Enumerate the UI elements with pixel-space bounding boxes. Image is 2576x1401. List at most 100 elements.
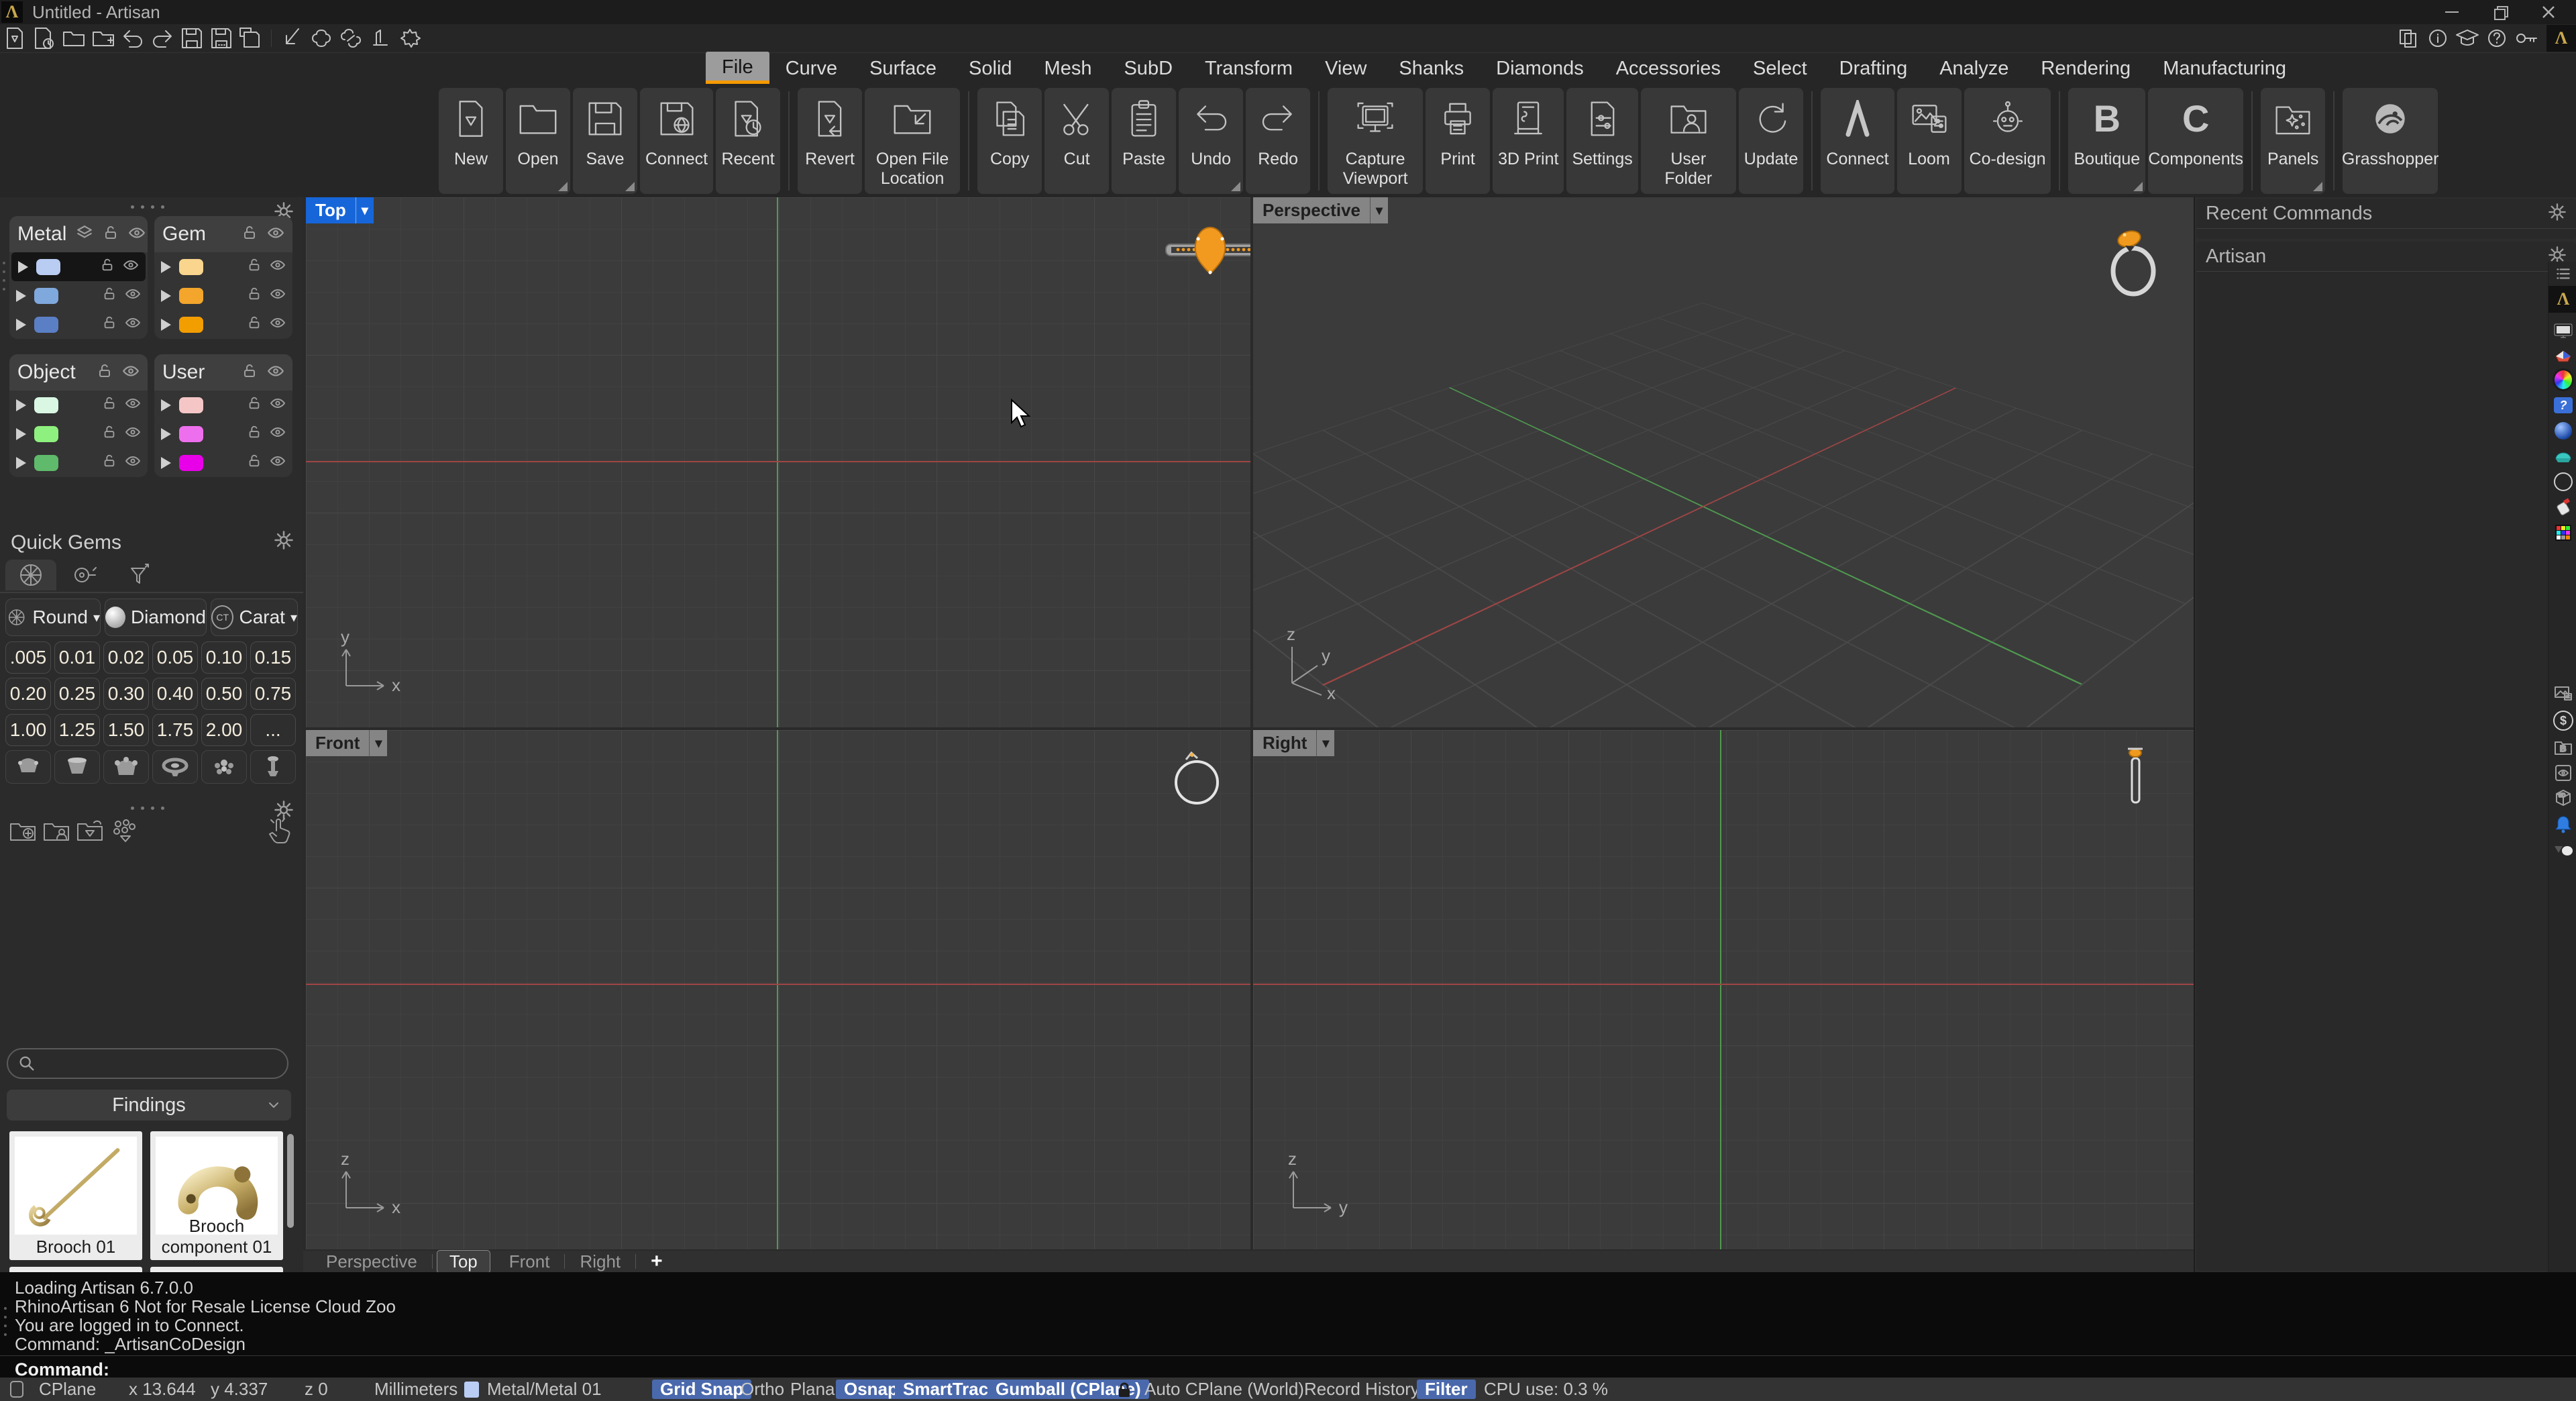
redo-button[interactable]: Redo: [1246, 87, 1311, 194]
play-icon[interactable]: [161, 289, 171, 302]
boutique-button[interactable]: B Boutique: [2068, 87, 2146, 194]
layer-color-swatch[interactable]: [179, 425, 203, 442]
lock-icon[interactable]: [241, 225, 258, 244]
undo-icon[interactable]: [118, 26, 148, 50]
play-icon[interactable]: [18, 260, 28, 273]
layer-row-metal-02[interactable]: [9, 281, 148, 310]
capture-viewport-button[interactable]: Capture Viewport: [1328, 87, 1424, 194]
viewport-label-top[interactable]: Top ▾: [306, 197, 374, 223]
carat-button[interactable]: .005: [5, 641, 51, 674]
layer-row-gem-02[interactable]: [154, 281, 292, 310]
quick-gems-gear-icon[interactable]: [274, 530, 294, 550]
play-icon[interactable]: [161, 399, 171, 411]
lock-icon[interactable]: [247, 454, 262, 472]
plugin-icon[interactable]: [395, 26, 425, 50]
print-button[interactable]: Print: [1426, 87, 1491, 194]
extrude-icon[interactable]: [366, 26, 395, 50]
menu-select[interactable]: Select: [1737, 53, 1823, 84]
lock-icon[interactable]: [247, 315, 262, 333]
prong-head-button[interactable]: [5, 750, 51, 784]
library-item-brooch-component-01[interactable]: Brooch component 01: [150, 1131, 283, 1260]
carat-button[interactable]: ...: [250, 714, 296, 746]
tab-top[interactable]: Top: [436, 1249, 490, 1274]
play-icon[interactable]: [161, 427, 171, 440]
eye-icon[interactable]: [267, 224, 284, 245]
viewport-right[interactable]: Right ▾ z y: [1253, 730, 2194, 1249]
layer-row-gem-03[interactable]: [154, 310, 292, 339]
panel-drag-handle[interactable]: [3, 262, 5, 291]
ring-right-view[interactable]: [2117, 742, 2155, 809]
maximize-button[interactable]: [2477, 0, 2524, 24]
lock-icon[interactable]: [247, 396, 262, 414]
open-folder-icon[interactable]: [59, 26, 89, 50]
save-incremental-icon[interactable]: [207, 26, 236, 50]
carat-button[interactable]: 0.25: [54, 678, 100, 710]
eye-icon[interactable]: [123, 257, 139, 276]
sphere-outline-icon[interactable]: [2553, 471, 2574, 492]
layer-color-swatch[interactable]: [34, 454, 58, 471]
panels-button[interactable]: Panels: [2261, 87, 2326, 194]
co-design-button[interactable]: Co-design: [1964, 87, 2051, 194]
carat-button[interactable]: 2.00: [201, 714, 247, 746]
lock-icon[interactable]: [247, 287, 262, 305]
lock-icon[interactable]: [102, 425, 117, 443]
components-button[interactable]: C Components: [2148, 87, 2244, 194]
new-button[interactable]: New: [439, 87, 503, 194]
menu-transform[interactable]: Transform: [1189, 53, 1309, 84]
play-icon[interactable]: [16, 427, 26, 440]
open-button[interactable]: Open: [506, 87, 570, 194]
peg-head-button[interactable]: [250, 750, 296, 784]
menu-file[interactable]: File: [706, 52, 769, 84]
loom-button[interactable]: Loom: [1896, 87, 1962, 194]
lock-icon[interactable]: [247, 258, 262, 276]
layers-drag-handle[interactable]: [101, 205, 195, 209]
library-scrollbar[interactable]: [287, 1134, 294, 1228]
carat-button[interactable]: 0.75: [250, 678, 296, 710]
carat-button[interactable]: 1.75: [152, 714, 198, 746]
ring-perspective-view[interactable]: [2102, 221, 2164, 302]
cluster-head-button[interactable]: [201, 750, 247, 784]
notifications-bell-icon[interactable]: [2553, 813, 2574, 835]
undo-button[interactable]: Undo: [1179, 87, 1244, 194]
gem-shape-dropdown[interactable]: Round ▾: [5, 599, 101, 636]
redo-icon[interactable]: [148, 26, 177, 50]
tab-right[interactable]: Right: [565, 1251, 635, 1272]
layer-color-swatch[interactable]: [34, 287, 58, 304]
search-input-field[interactable]: [36, 1049, 287, 1078]
paint-tube-icon[interactable]: [2553, 497, 2574, 518]
carat-button[interactable]: 0.10: [201, 641, 247, 674]
ring-top-view[interactable]: [1163, 224, 1250, 278]
viewport-label-right[interactable]: Right ▾: [1253, 730, 1335, 756]
lock-icon[interactable]: [247, 425, 262, 443]
carat-button[interactable]: 0.15: [250, 641, 296, 674]
eye-icon[interactable]: [270, 257, 286, 276]
3d-print-button[interactable]: 3D Print: [1493, 87, 1564, 194]
eye-icon[interactable]: [125, 453, 141, 472]
open-recent-icon[interactable]: [30, 26, 59, 50]
layers-stack-icon[interactable]: [76, 224, 93, 245]
eye-icon[interactable]: [270, 315, 286, 334]
gallery-head-button[interactable]: [103, 750, 149, 784]
units-indicator[interactable]: Millimeters: [374, 1378, 458, 1401]
menu-rendering[interactable]: Rendering: [2025, 53, 2147, 84]
pick-hand-icon[interactable]: [266, 816, 294, 847]
help-icon[interactable]: [2482, 26, 2512, 50]
save-copy-icon[interactable]: [236, 26, 266, 50]
menu-accessories[interactable]: Accessories: [1600, 53, 1737, 84]
lock-icon[interactable]: [102, 287, 117, 305]
viewport-menu-arrow[interactable]: ▾: [1316, 730, 1334, 756]
boutique-folder-icon[interactable]: B: [2553, 737, 2574, 758]
layer-row-user-02[interactable]: [154, 419, 292, 448]
lock-icon[interactable]: [102, 315, 117, 333]
layer-color-swatch[interactable]: [34, 397, 58, 413]
import-icon[interactable]: [277, 26, 307, 50]
lock-icon[interactable]: [102, 396, 117, 414]
import-model-icon[interactable]: [76, 819, 103, 846]
viewport-perspective[interactable]: Perspective ▾ z y x: [1253, 197, 2194, 727]
layer-color-swatch[interactable]: [34, 316, 58, 333]
cplane-indicator[interactable]: CPlane: [39, 1378, 96, 1401]
tab-perspective[interactable]: Perspective: [311, 1251, 432, 1272]
lock-icon[interactable]: [97, 363, 113, 382]
gem-size-mode-dropdown[interactable]: CT Carat ▾: [211, 599, 298, 636]
library-search-input[interactable]: [7, 1048, 288, 1079]
